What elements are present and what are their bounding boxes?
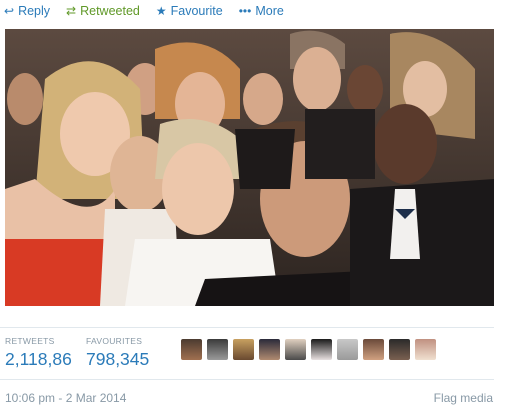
user-avatar[interactable] — [259, 339, 280, 360]
favouriters-avatars — [181, 339, 441, 360]
star-icon: ★ — [155, 4, 167, 18]
more-label: More — [255, 4, 284, 18]
retweets-label: RETWEETS — [5, 336, 55, 346]
more-dots-icon: ••• — [238, 4, 252, 18]
user-avatar[interactable] — [181, 339, 202, 360]
user-avatar[interactable] — [415, 339, 436, 360]
user-avatar[interactable] — [311, 339, 332, 360]
flag-media-link[interactable]: Flag media — [434, 391, 493, 405]
user-avatar[interactable] — [389, 339, 410, 360]
tweet-photo[interactable] — [5, 29, 494, 306]
retweets-stat[interactable]: RETWEETS 2,118,86 — [5, 336, 77, 370]
favourites-label: FAVOURITES — [86, 336, 143, 346]
retweet-button[interactable]: ⇄ Retweeted — [66, 4, 140, 18]
divider — [0, 379, 494, 380]
tweet-action-bar: ↩ Reply ⇄ Retweeted ★ Favourite ••• More — [0, 0, 507, 22]
reply-label: Reply — [18, 4, 51, 18]
user-avatar[interactable] — [207, 339, 228, 360]
user-avatar[interactable] — [337, 339, 358, 360]
user-avatar[interactable] — [363, 339, 384, 360]
user-avatar[interactable] — [285, 339, 306, 360]
favourite-label: Favourite — [170, 4, 223, 18]
group-selfie-image — [5, 29, 494, 306]
reply-button[interactable]: ↩ Reply — [4, 4, 50, 18]
user-avatar[interactable] — [233, 339, 254, 360]
reply-icon: ↩ — [4, 4, 15, 18]
retweet-label: Retweeted — [80, 4, 140, 18]
favourite-button[interactable]: ★ Favourite — [156, 4, 223, 18]
retweets-count: 2,118,86 — [5, 349, 72, 369]
favourites-stat[interactable]: FAVOURITES 798,345 — [86, 336, 149, 370]
tweet-timestamp[interactable]: 10:06 pm - 2 Mar 2014 — [5, 391, 126, 405]
more-button[interactable]: ••• More — [239, 4, 284, 18]
favourites-count: 798,345 — [86, 349, 150, 369]
retweet-icon: ⇄ — [66, 4, 77, 18]
